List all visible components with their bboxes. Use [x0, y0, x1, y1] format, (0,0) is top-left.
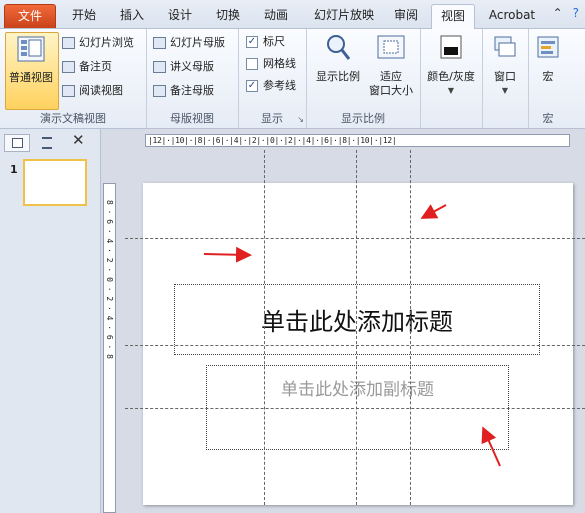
red-arrow-icon: [203, 246, 252, 263]
red-arrow-icon: [481, 426, 501, 467]
red-arrow-icon: [420, 204, 447, 219]
annotation-arrows: [203, 204, 501, 467]
